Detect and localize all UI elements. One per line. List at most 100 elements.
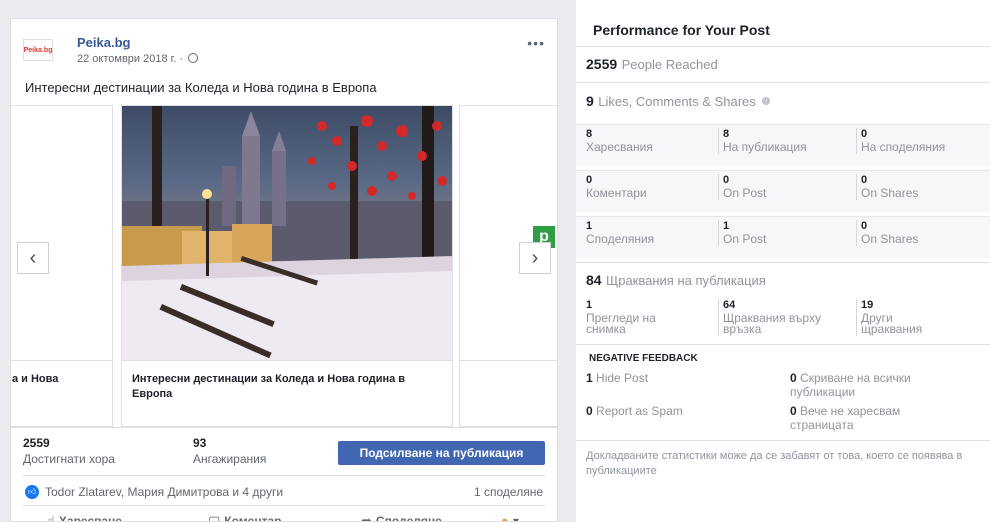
neg-unlike-page: 0 Вече не харесвам страницата [790,404,900,432]
cell-comments-on-shares: 0 On Shares [856,174,918,200]
negative-feedback-heading: NEGATIVE FEEDBACK [589,353,698,364]
grid-row-shares: 1 Споделяния 1 On Post 0 On Shares [576,216,990,258]
carousel-image-prev [11,106,112,360]
cell-num: 8 [723,128,730,140]
people-reached-num: 2559 [586,56,618,72]
stats-footnote: Докладваните статистики може да се забав… [586,450,963,477]
panel-title: Performance for Your Post [593,22,770,38]
comment-label: Коментар [224,514,282,522]
cell-num: 19 [861,299,874,311]
reaction-selector[interactable]: ● ▾ [501,513,519,522]
cell-label: щраквания [861,322,923,336]
carousel-card-main[interactable]: Интересни дестинации за Коледа и Нова го… [121,105,453,427]
winter-park-image [122,106,452,360]
chevron-right-icon: › [531,246,539,269]
reaction-names-link[interactable]: Todor Zlatarev, Мария Димитрова и 4 друг… [45,485,283,499]
cell-shares-on-post: 1 On Post [718,220,766,246]
neg-label: Report as Spam [596,404,683,418]
cell-num: 64 [723,299,736,311]
post-date-text: 22 октомври 2018 г. · [77,53,184,65]
post-date[interactable]: 22 октомври 2018 г. · [77,53,199,65]
neg-label: Вече не харесвам [800,404,901,418]
cell-label: On Shares [861,232,919,246]
cell-num: 0 [723,174,730,186]
stat-reached-num: 2559 [23,436,50,450]
grid-row-likes: 8 Харесвания 8 На публикация 0 На сподел… [576,124,990,166]
cell-label: On Post [723,232,767,246]
carousel: а и Нова Интересни дестинации за Коледа … [11,105,557,427]
card-divider [11,360,112,361]
cell-num: 1 [586,299,593,311]
neg-label: страницата [790,418,854,432]
like-button[interactable]: ☝ Харесване [47,513,122,522]
people-reached-label: People Reached [621,57,718,72]
cell-link-clicks: 64 Щраквания върху връзка [718,299,821,336]
post-clicks-label: Щраквания на публикация [606,273,766,288]
card-divider [460,360,557,361]
neg-label: Hide Post [596,371,649,385]
engagement-summary: 9 Likes, Comments & Shares i [576,82,990,118]
stat-engagements-label: Ангажирания [193,452,267,466]
cell-shares: 1 Споделяния [586,220,654,246]
post-clicks-num: 84 [586,272,602,288]
cell-likes: 8 Харесвания [586,128,653,154]
performance-panel: Performance for Your Post 2559 People Re… [576,0,990,522]
page-logo[interactable]: Peika.bg [23,39,53,61]
cell-num: 0 [586,174,593,186]
info-icon[interactable]: i [762,97,771,105]
cell-label: Харесвания [586,140,653,154]
grid-row-clicks: 1 Прегледи на снимка 64 Щраквания върху … [576,296,990,342]
cell-num: 1 [723,220,730,232]
share-button[interactable]: ➦ Споделяне [361,513,442,522]
reaction-selector-icon: ● [501,513,509,522]
cell-label: На споделяния [861,140,946,154]
post-stats: 2559 Достигнати хора 93 Ангажирания Подс… [11,427,557,473]
cell-likes-on-shares: 0 На споделяния [856,128,945,154]
cell-num: 0 [861,128,868,140]
share-icon: ➦ [361,513,372,522]
footnote-divider [576,440,990,441]
carousel-card-title-prev: а и Нова [12,373,59,385]
grid-row-comments: 0 Коментари 0 On Post 0 On Shares [576,170,990,212]
cell-label: On Post [723,186,767,200]
page-name-link[interactable]: Peika.bg [77,35,130,50]
people-reached: 2559 People Reached [576,46,990,82]
share-count-link[interactable]: 1 споделяне [474,485,543,499]
more-options-icon[interactable]: ••• [527,35,545,51]
cell-comments-on-post: 0 On Post [718,174,766,200]
neg-label: публикации [790,385,856,399]
cell-label: Коментари [586,186,647,200]
carousel-card-title-main: Интересни дестинации за Коледа и Нова го… [132,373,406,400]
stat-engagements: 93 Ангажирания [193,436,266,466]
share-label: Споделяне [375,514,442,522]
cell-label: Споделяния [586,232,655,246]
post-clicks: 84 Щраквания на публикация [576,262,990,296]
stat-reached-label: Достигнати хора [23,452,115,466]
post-text: Интересни дестинации за Коледа и Нова го… [25,80,377,95]
cell-num: 8 [586,128,593,140]
neg-label: Скриване на всички [800,371,911,385]
cell-likes-on-post: 8 На публикация [718,128,807,154]
neg-report-spam: 0 Report as Spam [586,404,683,418]
engagement-num: 9 [586,93,594,109]
carousel-prev-button[interactable]: ‹ [17,242,49,274]
carousel-next-button[interactable]: › [519,242,551,274]
neg-num: 0 [790,371,797,385]
carousel-image-main [122,106,452,360]
boost-post-button[interactable]: Подсилване на публикация [338,441,545,465]
neg-num: 0 [790,404,797,418]
comment-icon: ▢ [208,513,221,522]
neg-hide-all: 0 Скриване на всички публикации [790,371,911,399]
cell-shares-on-shares: 0 On Shares [856,220,918,246]
cell-comments: 0 Коментари [586,174,647,200]
cell-label: On Shares [861,186,919,200]
cell-num: 0 [861,220,868,232]
logo-text: Peika.bg [23,46,53,54]
comment-button[interactable]: ▢ Коментар [208,513,282,522]
thumbs-up-icon: ☝ [47,513,55,522]
neg-hide-post: 1 Hide Post [586,371,648,385]
reactions-row: 👍︎ Todor Zlatarev, Мария Димитрова и 4 д… [23,475,545,505]
stat-reached: 2559 Достигнати хора [23,436,115,466]
cell-num: 0 [861,174,868,186]
like-label: Харесване [58,514,122,522]
